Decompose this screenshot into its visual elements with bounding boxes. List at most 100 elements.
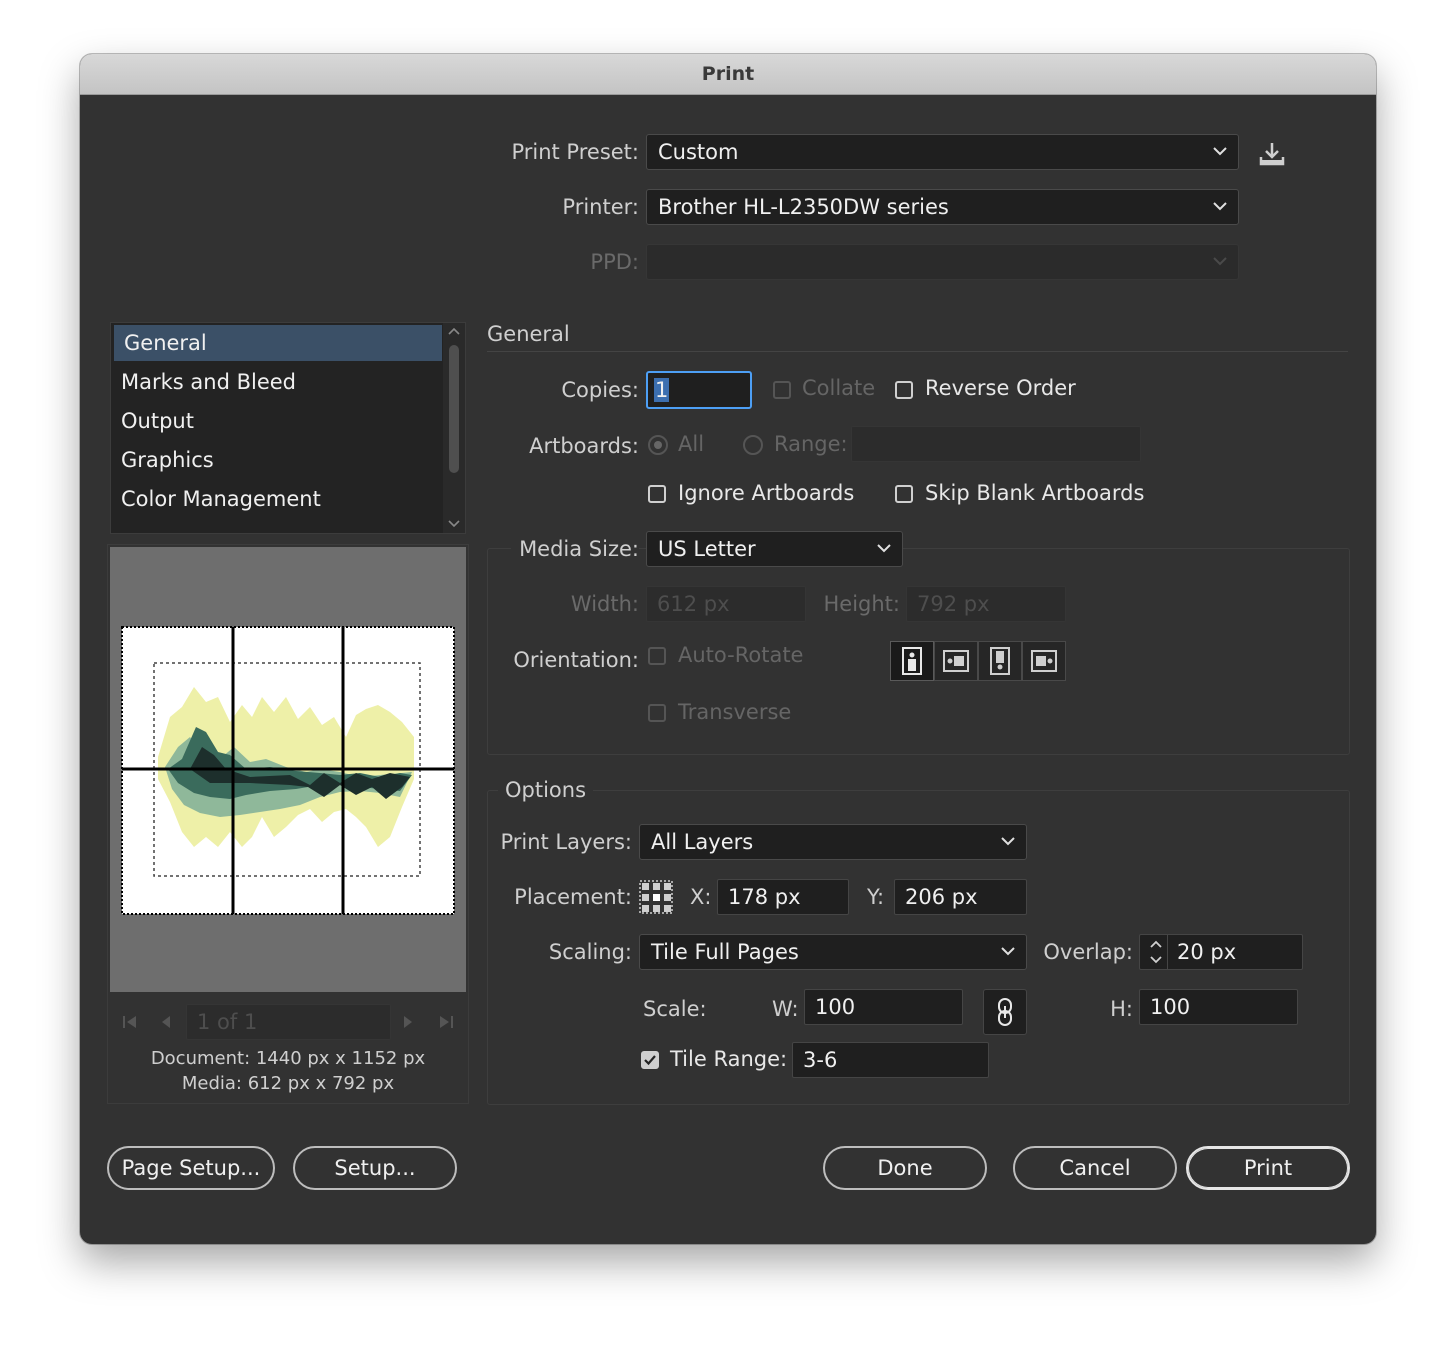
reverse-landscape-icon [1031, 650, 1057, 672]
x-input[interactable]: 178 px [717, 879, 849, 915]
sidebar-item-color-management[interactable]: Color Management [111, 479, 441, 518]
reverse-order-checkbox[interactable] [895, 381, 913, 399]
scaling-value: Tile Full Pages [651, 940, 799, 964]
category-list: General Marks and Bleed Output Graphics … [110, 322, 466, 534]
print-preset-select[interactable]: Custom [646, 134, 1239, 170]
setup-button[interactable]: Setup... [293, 1146, 457, 1190]
portrait-orientation-button[interactable] [890, 641, 934, 681]
list-scrollbar[interactable] [443, 323, 465, 533]
media-size-value: US Letter [658, 537, 756, 561]
media-size-select[interactable]: US Letter [646, 531, 903, 567]
overlap-label: Overlap: [1043, 940, 1133, 964]
auto-rotate-checkbox[interactable] [648, 647, 666, 665]
sidebar-item-graphics[interactable]: Graphics [111, 440, 441, 479]
auto-rotate-label: Auto-Rotate [678, 643, 804, 667]
placement-label: Placement: [514, 885, 632, 909]
height-input[interactable]: 792 px [906, 586, 1066, 622]
chevron-down-icon [1213, 257, 1227, 266]
printer-label: Printer: [562, 195, 639, 219]
printer-select[interactable]: Brother HL-L2350DW series [646, 189, 1239, 225]
next-page-icon[interactable] [400, 1012, 416, 1032]
done-button[interactable]: Done [823, 1146, 987, 1190]
sidebar-item-general[interactable]: General [114, 325, 442, 361]
ignore-artboards-checkbox[interactable] [648, 485, 666, 503]
reverse-portrait-orientation-button[interactable] [978, 641, 1022, 681]
transverse-label: Transverse [678, 700, 792, 724]
copies-label: Copies: [561, 378, 639, 402]
reverse-portrait-icon [990, 647, 1010, 675]
y-input[interactable]: 206 px [894, 879, 1027, 915]
copies-input[interactable]: 1 [646, 371, 752, 409]
tile-range-input[interactable]: 3-6 [792, 1042, 989, 1078]
copies-value: 1 [654, 378, 670, 402]
scale-label: Scale: [643, 997, 707, 1021]
print-layers-value: All Layers [651, 830, 754, 854]
ppd-label: PPD: [590, 250, 639, 274]
save-preset-icon[interactable] [1258, 140, 1286, 168]
scroll-down-icon[interactable] [447, 519, 461, 529]
sidebar-item-marks-and-bleed[interactable]: Marks and Bleed [111, 362, 441, 401]
page-number-field[interactable]: 1 of 1 [186, 1004, 391, 1040]
previous-page-icon[interactable] [158, 1012, 174, 1032]
document-size-text: Document: 1440 px x 1152 px [150, 1048, 426, 1069]
cancel-button[interactable]: Cancel [1013, 1146, 1177, 1190]
reverse-order-label: Reverse Order [925, 376, 1076, 400]
artboards-all-radio[interactable] [648, 435, 668, 455]
tile-range-label: Tile Range: [670, 1047, 788, 1071]
orientation-label: Orientation: [513, 648, 639, 672]
constrain-proportions-button[interactable] [983, 989, 1027, 1035]
scaling-label: Scaling: [548, 940, 632, 964]
tile-range-checkbox[interactable] [641, 1051, 659, 1069]
scale-w-label: W: [772, 997, 799, 1021]
scale-height-input[interactable]: 100 [1139, 989, 1298, 1025]
overlap-stepper-icon[interactable] [1146, 937, 1166, 967]
print-button[interactable]: Print [1186, 1146, 1350, 1190]
media-size-text: Media: 612 px x 792 px [181, 1073, 395, 1094]
height-label: Height: [823, 592, 901, 616]
print-preset-value: Custom [658, 140, 739, 164]
first-page-icon[interactable] [120, 1012, 140, 1032]
sidebar-item-output[interactable]: Output [111, 401, 441, 440]
y-label: Y: [867, 885, 885, 909]
artboards-all-label: All [678, 432, 705, 456]
scroll-thumb[interactable] [449, 345, 459, 473]
chevron-down-icon [1001, 947, 1015, 956]
width-input[interactable]: 612 px [646, 586, 806, 622]
scaling-select[interactable]: Tile Full Pages [639, 934, 1027, 970]
scale-width-input[interactable]: 100 [804, 989, 963, 1025]
chevron-down-icon [1001, 837, 1015, 846]
tile-preview-image [121, 626, 455, 915]
reverse-landscape-orientation-button[interactable] [1022, 641, 1066, 681]
general-section-title: General [487, 322, 570, 346]
landscape-orientation-button[interactable] [934, 641, 978, 681]
skip-blank-artboards-label: Skip Blank Artboards [925, 481, 1145, 505]
overlap-value: 20 px [1177, 940, 1237, 964]
collate-checkbox[interactable] [773, 381, 791, 399]
last-page-icon[interactable] [436, 1012, 456, 1032]
artboards-range-input[interactable] [851, 426, 1141, 462]
preview-canvas[interactable] [110, 547, 466, 992]
checkmark-icon [644, 1055, 656, 1066]
transverse-checkbox[interactable] [648, 704, 666, 722]
ignore-artboards-label: Ignore Artboards [678, 481, 855, 505]
print-dialog: Print Print Preset: Custom Printer: Brot… [80, 54, 1376, 1244]
scroll-up-icon[interactable] [447, 326, 461, 336]
x-label: X: [690, 885, 712, 909]
link-chain-icon [998, 998, 1012, 1026]
chevron-down-icon [1213, 147, 1227, 156]
ppd-select[interactable] [646, 244, 1239, 280]
window-title: Print [80, 54, 1376, 95]
placement-grid-icon[interactable] [638, 879, 674, 915]
width-label: Width: [570, 592, 639, 616]
skip-blank-artboards-checkbox[interactable] [895, 485, 913, 503]
print-layers-label: Print Layers: [500, 830, 632, 854]
media-size-label: Media Size: [511, 537, 639, 561]
artboards-range-label: Range: [774, 432, 848, 456]
artboards-range-radio[interactable] [743, 435, 763, 455]
printer-value: Brother HL-L2350DW series [658, 195, 949, 219]
print-layers-select[interactable]: All Layers [639, 824, 1027, 860]
page-setup-button[interactable]: Page Setup... [107, 1146, 275, 1190]
chevron-down-icon [877, 544, 891, 553]
general-divider [487, 351, 1348, 352]
landscape-icon [943, 650, 969, 672]
